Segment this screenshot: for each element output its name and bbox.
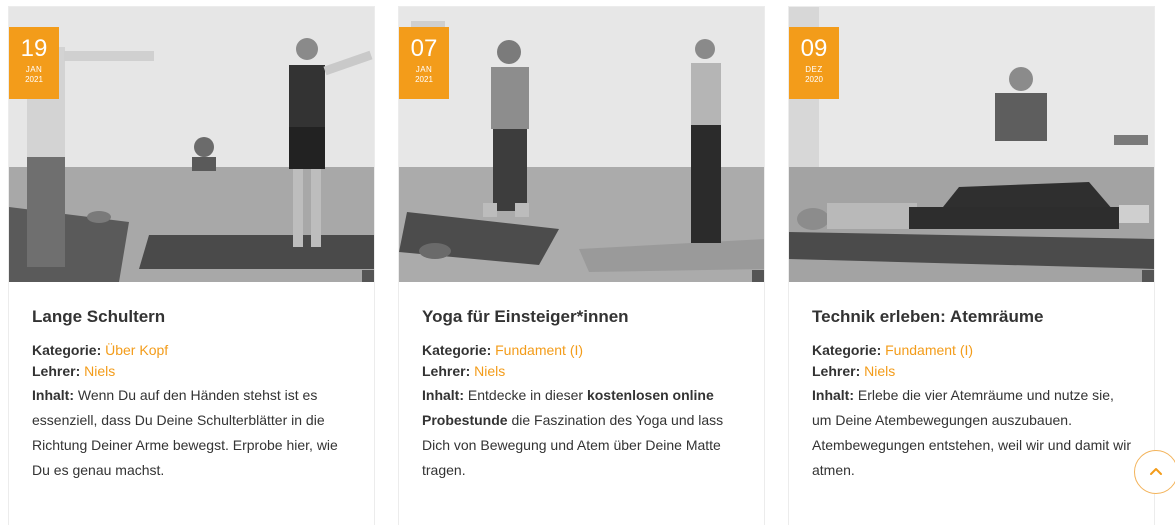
date-day: 19 [20,35,48,62]
post-image[interactable]: 19 JAN 2021 [9,7,374,282]
category-label: Kategorie: [812,342,882,358]
category-line: Kategorie: Fundament (I) [422,340,742,361]
content-text: Wenn Du auf den Händen stehst ist es ess… [32,387,338,478]
post-title[interactable]: Yoga für Einsteiger*innen [422,306,742,328]
image-corner-mark [362,270,374,282]
post-body: Technik erleben: Atemräume Kategorie: Fu… [789,282,1154,483]
teacher-label: Lehrer: [32,363,81,379]
image-corner-mark [752,270,764,282]
content-text: Erlebe die vier Atemräume und nutze sie,… [812,387,1132,478]
photo-illustration [399,7,764,282]
teacher-link[interactable]: Niels [864,363,895,379]
date-year: 2021 [415,75,433,84]
date-month: JAN [25,65,43,74]
scroll-top-button[interactable] [1134,450,1175,494]
date-badge: 19 JAN 2021 [9,27,59,99]
post-image[interactable]: 09 DEZ 2020 [789,7,1154,282]
category-link[interactable]: Fundament (I) [885,342,973,358]
content-line: Inhalt: Wenn Du auf den Händen stehst is… [32,383,352,483]
date-year: 2020 [805,75,823,84]
post-card: 09 DEZ 2020 Technik erleben: Atemräume K… [788,6,1155,525]
photo-illustration [9,7,374,282]
photo-illustration [789,7,1154,282]
content-line: Inhalt: Entdecke in dieser kostenlosen o… [422,383,742,483]
date-month: JAN [415,65,433,74]
post-title[interactable]: Technik erleben: Atemräume [812,306,1132,328]
category-link[interactable]: Fundament (I) [495,342,583,358]
category-line: Kategorie: Über Kopf [32,340,352,361]
post-title[interactable]: Lange Schultern [32,306,352,328]
teacher-link[interactable]: Niels [474,363,505,379]
image-corner-mark [1142,270,1154,282]
category-line: Kategorie: Fundament (I) [812,340,1132,361]
date-year: 2021 [25,75,43,84]
date-day: 07 [410,35,438,62]
post-image[interactable]: 07 JAN 2021 [399,7,764,282]
teacher-label: Lehrer: [812,363,861,379]
category-link[interactable]: Über Kopf [105,342,168,358]
teacher-line: Lehrer: Niels [32,361,352,382]
post-card: 19 JAN 2021 Lange Schultern Kategorie: Ü… [8,6,375,525]
content-text-pre: Entdecke in dieser [467,387,584,403]
post-card: 07 JAN 2021 Yoga für Einsteiger*innen Ka… [398,6,765,525]
post-body: Yoga für Einsteiger*innen Kategorie: Fun… [399,282,764,483]
chevron-up-icon [1150,468,1162,475]
teacher-link[interactable]: Niels [84,363,115,379]
category-label: Kategorie: [422,342,492,358]
date-badge: 09 DEZ 2020 [789,27,839,99]
teacher-line: Lehrer: Niels [812,361,1132,382]
teacher-label: Lehrer: [422,363,471,379]
content-label: Inhalt: [32,387,74,403]
category-label: Kategorie: [32,342,102,358]
content-label: Inhalt: [812,387,854,403]
content-label: Inhalt: [422,387,464,403]
date-month: DEZ [805,65,823,74]
date-badge: 07 JAN 2021 [399,27,449,99]
content-line: Inhalt: Erlebe die vier Atemräume und nu… [812,383,1132,483]
post-body: Lange Schultern Kategorie: Über Kopf Leh… [9,282,374,483]
teacher-line: Lehrer: Niels [422,361,742,382]
date-day: 09 [800,35,828,62]
